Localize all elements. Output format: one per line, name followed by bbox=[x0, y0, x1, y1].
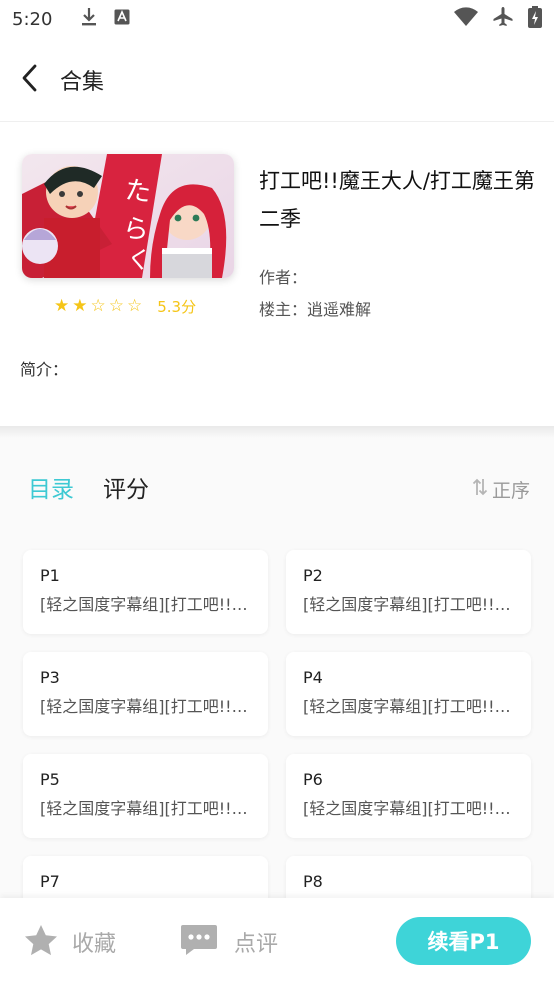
episode-card[interactable]: P6 [轻之国度字幕组][打工吧!!魔王大人] bbox=[286, 754, 531, 838]
episode-card[interactable]: P3 [轻之国度字幕组][打工吧!!魔王大人] bbox=[23, 652, 268, 736]
status-time: 5:20 bbox=[12, 8, 53, 30]
text-app-icon bbox=[114, 9, 130, 29]
episode-card[interactable]: P2 [轻之国度字幕组][打工吧!!魔王大人] bbox=[286, 550, 531, 634]
star-empty-icon: ☆ bbox=[90, 296, 106, 316]
episode-grid: P1 [轻之国度字幕组][打工吧!!魔王大人] P2 [轻之国度字幕组][打工吧… bbox=[0, 528, 554, 898]
collection-title: 打工吧!!魔王大人/打工魔王第二季 bbox=[259, 169, 535, 231]
favorite-label: 收藏 bbox=[72, 932, 117, 957]
comment-button[interactable]: 点评 bbox=[180, 924, 278, 960]
episode-card[interactable]: P8 bbox=[286, 856, 531, 898]
status-bar: 5:20 bbox=[0, 0, 554, 38]
episode-card[interactable]: P4 [轻之国度字幕组][打工吧!!魔王大人] bbox=[286, 652, 531, 736]
airplane-icon bbox=[492, 6, 514, 32]
episode-card[interactable]: P1 [轻之国度字幕组][打工吧!!魔王大人] bbox=[23, 550, 268, 634]
episode-desc: [轻之国度字幕组][打工吧!!魔王大人] bbox=[40, 799, 251, 818]
sort-button[interactable]: 正序 bbox=[472, 476, 530, 503]
tab-catalog[interactable]: 目录 bbox=[28, 470, 74, 504]
episode-name: P6 bbox=[303, 770, 323, 789]
episode-name: P3 bbox=[40, 668, 60, 687]
episode-desc: [轻之国度字幕组][打工吧!!魔王大人] bbox=[40, 595, 251, 614]
battery-icon bbox=[528, 6, 542, 32]
episode-name: P8 bbox=[303, 872, 323, 891]
download-icon bbox=[80, 7, 98, 31]
svg-text:た: た bbox=[123, 175, 153, 208]
tab-bar: 目录 评分 正序 bbox=[0, 438, 554, 528]
episode-desc: [轻之国度字幕组][打工吧!!魔王大人] bbox=[303, 595, 514, 614]
star-filled-icon: ★ bbox=[54, 296, 70, 316]
episode-name: P1 bbox=[40, 566, 60, 585]
author-label: 作者： bbox=[259, 268, 308, 287]
cover-image[interactable]: た ら く bbox=[22, 154, 234, 278]
sort-label: 正序 bbox=[491, 480, 530, 502]
intro-label: 简介： bbox=[20, 360, 69, 379]
episode-desc: [轻之国度字幕组][打工吧!!魔王大人] bbox=[303, 697, 514, 716]
episode-name: P5 bbox=[40, 770, 60, 789]
tab-rating[interactable]: 评分 bbox=[103, 470, 149, 504]
wifi-icon bbox=[454, 7, 478, 31]
bottom-action-bar: 收藏 点评 续看P1 bbox=[0, 898, 554, 984]
continue-watching-button[interactable]: 续看P1 bbox=[396, 917, 531, 965]
app-header: 合集 bbox=[0, 38, 554, 122]
episode-name: P7 bbox=[40, 872, 60, 891]
episode-card[interactable]: P7 bbox=[23, 856, 268, 898]
episode-name: P4 bbox=[303, 668, 323, 687]
back-button[interactable] bbox=[0, 50, 60, 110]
rating-score: 5.3分 bbox=[157, 298, 197, 316]
star-filled-icon: ★ bbox=[72, 296, 88, 316]
svg-text:ら: ら bbox=[121, 213, 151, 246]
owner-label: 楼主：逍遥难解 bbox=[259, 300, 372, 319]
comment-label: 点评 bbox=[234, 932, 279, 957]
rating: ★ ★ ☆ ☆ ☆ 5.3分 bbox=[54, 296, 196, 317]
episode-desc: [轻之国度字幕组][打工吧!!魔王大人] bbox=[40, 697, 251, 716]
star-empty-icon: ☆ bbox=[108, 296, 124, 316]
section-divider bbox=[0, 426, 554, 438]
episode-desc: [轻之国度字幕组][打工吧!!魔王大人] bbox=[303, 799, 514, 818]
star-icon bbox=[24, 924, 58, 960]
sort-arrows-icon bbox=[472, 477, 488, 502]
page-title: 合集 bbox=[60, 69, 105, 95]
favorite-button[interactable]: 收藏 bbox=[24, 924, 116, 960]
episode-card[interactable]: P5 [轻之国度字幕组][打工吧!!魔王大人] bbox=[23, 754, 268, 838]
episode-name: P2 bbox=[303, 566, 323, 585]
chevron-left-icon bbox=[20, 64, 40, 96]
svg-text:く: く bbox=[125, 244, 153, 275]
star-empty-icon: ☆ bbox=[127, 296, 143, 316]
collection-info: た ら く ★ ★ ☆ ☆ ☆ 5.3分 打工吧!!魔王大人/打工魔王第二季 作… bbox=[0, 122, 554, 426]
chat-bubble-icon bbox=[180, 924, 218, 960]
